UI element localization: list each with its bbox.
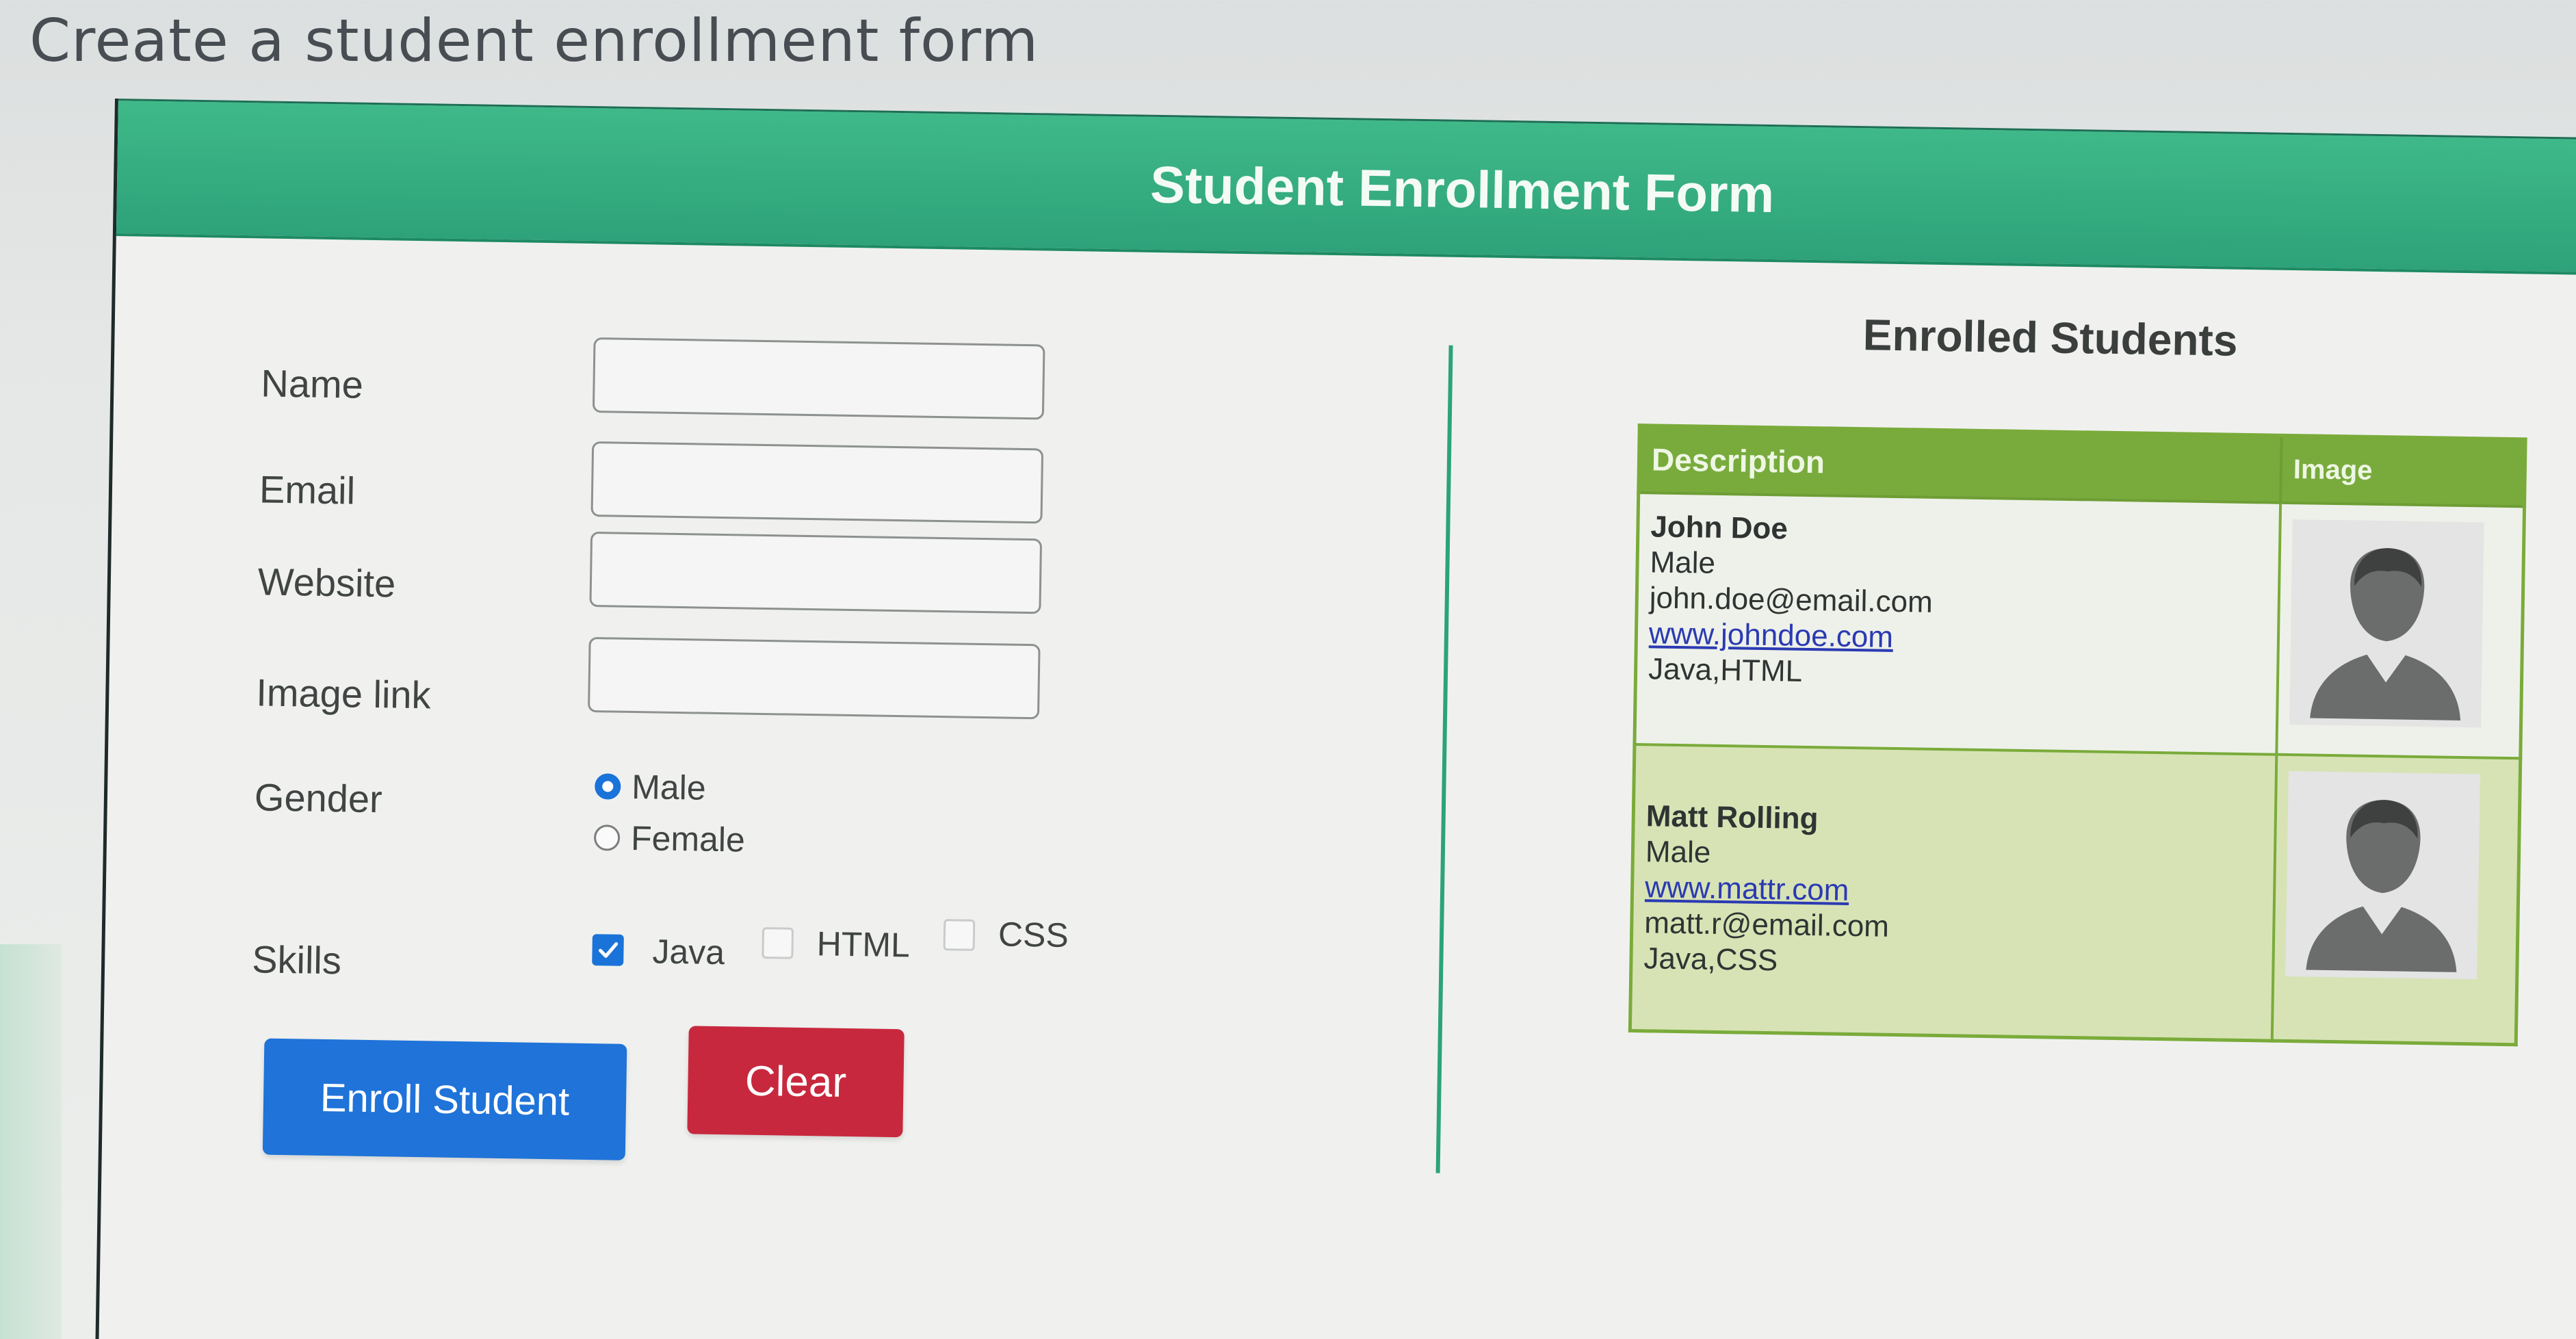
student-description-cell: Matt Rolling Male www.mattr.com matt.r@e…	[1630, 744, 2277, 1041]
person-silhouette-icon	[2310, 548, 2461, 720]
page-heading: Create a student enrollment form	[29, 7, 1039, 75]
form-banner: Student Enrollment Form	[116, 99, 2576, 275]
form-title: Student Enrollment Form	[1149, 155, 1775, 224]
clear-button[interactable]: Clear	[687, 1026, 905, 1138]
java-checkbox[interactable]	[592, 934, 624, 966]
avatar	[2289, 519, 2484, 728]
student-image-cell	[2276, 502, 2525, 759]
student-website-link[interactable]: www.mattr.com	[1645, 870, 1849, 907]
css-checkbox[interactable]	[943, 919, 976, 951]
enroll-student-button[interactable]: Enroll Student	[262, 1038, 627, 1160]
skills-label: Skills	[251, 937, 342, 983]
gender-label: Gender	[254, 775, 383, 821]
email-label: Email	[259, 467, 356, 512]
gender-option-male[interactable]: Male	[595, 766, 706, 808]
avatar	[2285, 771, 2480, 980]
female-radio-label: Female	[630, 818, 746, 859]
name-label: Name	[260, 361, 364, 406]
checkmark-icon	[599, 942, 619, 958]
image-link-input[interactable]	[587, 636, 1041, 720]
enrolled-students-table: Description Image John Doe Male john.doe…	[1628, 424, 2527, 1047]
male-radio[interactable]	[595, 773, 621, 800]
enrolled-students-title: Enrolled Students	[1862, 310, 2238, 365]
website-label: Website	[257, 560, 396, 606]
html-checkbox[interactable]	[762, 927, 794, 959]
image-column-header: Image	[2280, 435, 2526, 507]
table-row: John Doe Male john.doe@email.com www.joh…	[1634, 493, 2525, 759]
java-checkbox-label: Java	[652, 932, 725, 972]
name-input[interactable]	[592, 337, 1045, 420]
person-silhouette-icon	[2306, 800, 2457, 972]
email-input[interactable]	[590, 441, 1044, 524]
css-checkbox-label: CSS	[998, 915, 1069, 955]
student-website-link[interactable]: www.johndoe.com	[1649, 616, 1894, 654]
image-link-label: Image link	[255, 671, 432, 717]
background-shade	[0, 944, 62, 1339]
html-checkbox-label: HTML	[816, 924, 911, 965]
female-radio[interactable]	[593, 824, 621, 851]
table-row: Matt Rolling Male www.mattr.com matt.r@e…	[1630, 744, 2521, 1045]
male-radio-label: Male	[631, 767, 707, 807]
description-column-header: Description	[1638, 425, 2282, 503]
student-description-cell: John Doe Male john.doe@email.com www.joh…	[1634, 493, 2281, 755]
section-divider	[1435, 345, 1453, 1173]
enrollment-panel: Student Enrollment Form Name Email Websi…	[94, 99, 2576, 1339]
student-image-cell	[2272, 754, 2521, 1045]
gender-option-female[interactable]: Female	[593, 818, 746, 859]
website-input[interactable]	[589, 531, 1043, 614]
